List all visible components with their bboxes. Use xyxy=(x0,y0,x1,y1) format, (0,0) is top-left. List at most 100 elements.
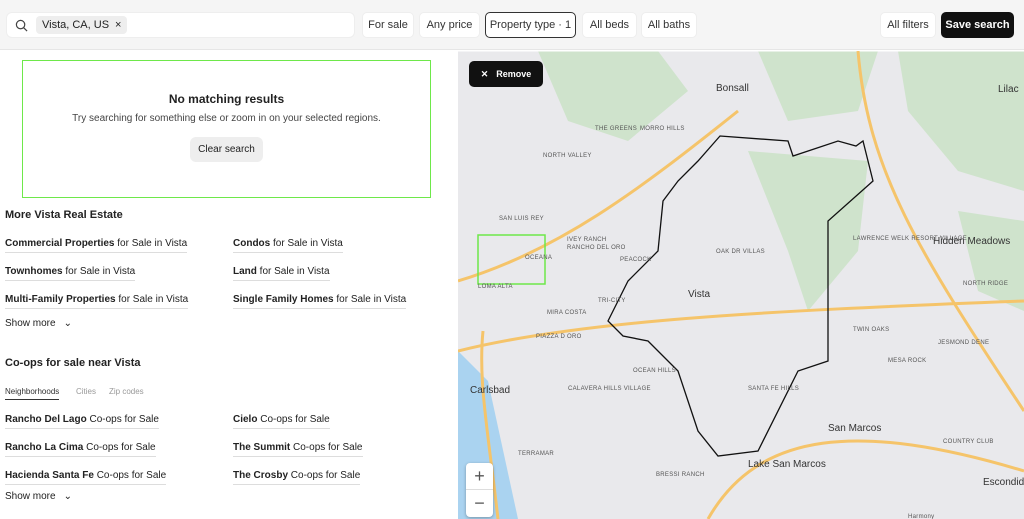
link-bold: Single Family Homes xyxy=(233,294,334,305)
link-bold: Cielo xyxy=(233,414,258,425)
close-icon[interactable]: × xyxy=(115,19,121,31)
link-bold: Rancho Del Lago xyxy=(5,414,87,425)
link-rest: for Sale in Vista xyxy=(256,266,330,277)
map-label: RANCHO DEL ORO xyxy=(567,245,626,251)
map-label: IVEY RANCH xyxy=(567,237,607,243)
link-rest: Co-ops for Sale xyxy=(83,442,156,453)
coops-title: Co-ops for sale near Vista xyxy=(5,357,141,369)
map-label: JESMOND DENE xyxy=(938,340,990,346)
map-label: MESA ROCK xyxy=(888,358,927,364)
close-icon: ✕ xyxy=(480,68,489,79)
map-label: Lake San Marcos xyxy=(748,459,826,470)
zoom-out-button[interactable]: − xyxy=(466,490,493,517)
link-rest: Co-ops for Sale xyxy=(290,442,363,453)
map-label: THE GREENS xyxy=(595,126,638,132)
remove-boundary-button[interactable]: ✕ Remove xyxy=(469,61,543,87)
no-results-box: No matching results Try searching for so… xyxy=(22,60,431,198)
link-rest: for Sale in Vista xyxy=(270,238,343,249)
search-input[interactable]: Vista, CA, US × xyxy=(6,12,355,38)
link-bold: Condos xyxy=(233,238,271,249)
link-item[interactable]: The Summit Co-ops for Sale xyxy=(233,442,363,457)
link-bold: The Crosby xyxy=(233,470,289,481)
map-label: OAK DR VILLAS xyxy=(716,249,765,255)
map-label: Hidden Meadows xyxy=(933,236,1011,247)
save-search-button[interactable]: Save search xyxy=(941,12,1014,38)
clear-search-button[interactable]: Clear search xyxy=(190,137,263,162)
property-type-filter[interactable]: Property type · 1 xyxy=(485,12,576,38)
map-label: BRESSI RANCH xyxy=(656,472,705,478)
baths-filter[interactable]: All baths xyxy=(641,12,697,38)
map-label: Lilac xyxy=(998,84,1019,95)
map-label: MIRA COSTA xyxy=(547,310,587,316)
link-bold: The Summit xyxy=(233,442,291,453)
no-results-message: Try searching for something else or zoom… xyxy=(72,113,381,124)
link-item[interactable]: Single Family Homes for Sale in Vista xyxy=(233,294,407,309)
location-chip-label: Vista, CA, US xyxy=(42,19,110,31)
tab-cities[interactable]: Cities xyxy=(76,387,96,396)
link-bold: Rancho La Cima xyxy=(5,442,84,453)
for-sale-filter[interactable]: For sale xyxy=(362,12,414,38)
link-bold: Commercial Properties xyxy=(5,238,115,249)
link-item[interactable]: Townhomes for Sale in Vista xyxy=(5,266,136,281)
map-label: SANTA FE HILLS xyxy=(748,386,800,392)
link-rest: for Sale in Vista xyxy=(115,294,189,305)
map-label: Carlsbad xyxy=(470,385,511,396)
show-more-button[interactable]: Show more ⌄ xyxy=(5,318,72,329)
link-bold: Hacienda Santa Fe xyxy=(5,470,94,481)
link-item[interactable]: The Crosby Co-ops for Sale xyxy=(233,470,361,485)
map-label: Harmony xyxy=(908,514,935,519)
map-label: MORRO HILLS xyxy=(640,126,685,132)
tab-zip-codes[interactable]: Zip codes xyxy=(109,387,144,396)
link-bold: Land xyxy=(233,266,257,277)
link-rest: for Sale in Vista xyxy=(333,294,407,305)
link-item[interactable]: Rancho Del Lago Co-ops for Sale xyxy=(5,414,159,429)
link-bold: Townhomes xyxy=(5,266,63,277)
map-label: PEACOCK xyxy=(620,257,652,263)
all-filters-button[interactable]: All filters xyxy=(880,12,936,38)
link-item[interactable]: Multi-Family Properties for Sale in Vist… xyxy=(5,294,189,309)
map-label: NORTH VALLEY xyxy=(543,153,592,159)
map-label: LOMA ALTA xyxy=(478,284,513,290)
remove-label: Remove xyxy=(496,69,532,79)
link-rest: Co-ops for Sale xyxy=(86,414,159,425)
tab-neighborhoods[interactable]: Neighborhoods xyxy=(5,387,60,400)
results-panel: No matching results Try searching for so… xyxy=(0,51,458,519)
map-label: Escondido xyxy=(983,477,1024,488)
link-item[interactable]: Hacienda Santa Fe Co-ops for Sale xyxy=(5,470,167,485)
link-rest: Co-ops for Sale xyxy=(257,414,330,425)
search-icon xyxy=(15,19,28,31)
link-item[interactable]: Land for Sale in Vista xyxy=(233,266,330,281)
beds-filter[interactable]: All beds xyxy=(582,12,637,38)
link-item[interactable]: Condos for Sale in Vista xyxy=(233,238,343,253)
link-rest: for Sale in Vista xyxy=(62,266,136,277)
map-label: PIAZZA D ORO xyxy=(536,334,582,340)
map-label: Bonsall xyxy=(716,83,749,94)
zoom-control: + − xyxy=(466,463,493,517)
show-more-label: Show more xyxy=(5,491,56,502)
link-bold: Multi-Family Properties xyxy=(5,294,116,305)
search-toolbar: Vista, CA, US × For sale Any price Proper… xyxy=(0,0,1024,50)
link-rest: for Sale in Vista xyxy=(114,238,188,249)
chevron-down-icon: ⌄ xyxy=(63,491,72,502)
map-label: COUNTRY CLUB xyxy=(943,439,994,445)
show-more-label: Show more xyxy=(5,318,56,329)
map[interactable]: Bonsall THE GREENS MORRO HILLS NORTH VALLEY… xyxy=(458,51,1024,519)
more-real-estate-title: More Vista Real Estate xyxy=(5,209,123,221)
map-label: SAN LUIS REY xyxy=(499,216,544,222)
link-rest: Co-ops for Sale xyxy=(93,470,167,481)
map-label: Vista xyxy=(688,289,711,300)
no-results-title: No matching results xyxy=(168,92,285,106)
coops-show-more-button[interactable]: Show more ⌄ xyxy=(5,491,72,502)
zoom-in-button[interactable]: + xyxy=(466,463,493,490)
map-label: TRI-CITY xyxy=(598,298,626,304)
link-item[interactable]: Cielo Co-ops for Sale xyxy=(233,414,330,429)
map-label: OCEANA xyxy=(525,255,553,261)
map-label: OCEAN HILLS xyxy=(633,368,676,374)
location-chip: Vista, CA, US × xyxy=(36,16,128,34)
chevron-down-icon: ⌄ xyxy=(63,318,72,329)
map-label: TWIN OAKS xyxy=(853,327,890,333)
link-item[interactable]: Commercial Properties for Sale in Vista xyxy=(5,238,188,253)
price-filter[interactable]: Any price xyxy=(419,12,480,38)
link-item[interactable]: Rancho La Cima Co-ops for Sale xyxy=(5,442,156,457)
link-rest: Co-ops for Sale xyxy=(288,470,361,481)
